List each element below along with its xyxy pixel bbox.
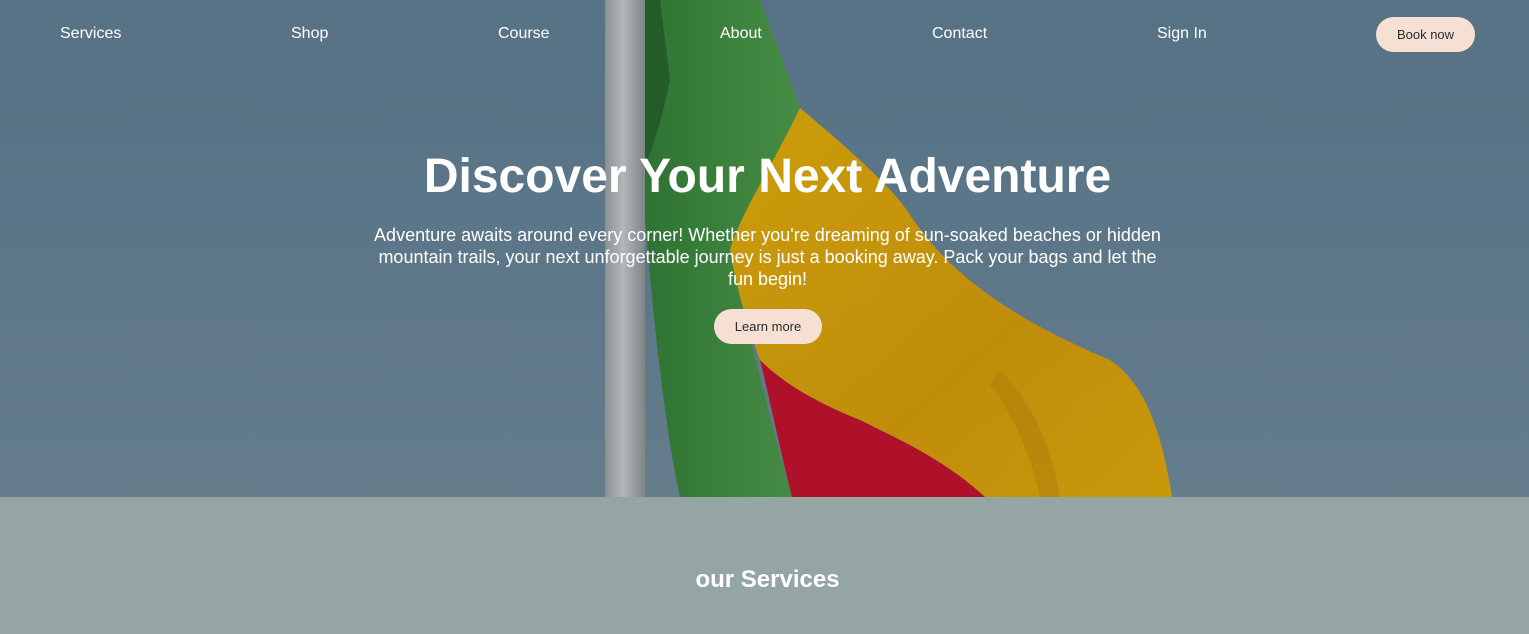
nav-link-about[interactable]: About [720, 24, 762, 44]
top-nav: Services Shop Course About Contact Sign … [0, 0, 1529, 68]
services-title: our Services [695, 566, 840, 593]
learn-more-button[interactable]: Learn more [714, 309, 822, 344]
hero-description: Adventure awaits around every corner! Wh… [374, 225, 1161, 289]
nav-link-sign-in[interactable]: Sign In [1157, 24, 1207, 44]
nav-link-services[interactable]: Services [60, 24, 121, 44]
book-now-button[interactable]: Book now [1376, 17, 1475, 52]
nav-link-course[interactable]: Course [498, 24, 550, 44]
services-section: our Services [0, 497, 1529, 634]
hero-title: Discover Your Next Adventure [423, 150, 1112, 203]
nav-link-contact[interactable]: Contact [932, 24, 987, 44]
nav-link-shop[interactable]: Shop [291, 24, 328, 44]
hero-section: Services Shop Course About Contact Sign … [0, 0, 1529, 497]
